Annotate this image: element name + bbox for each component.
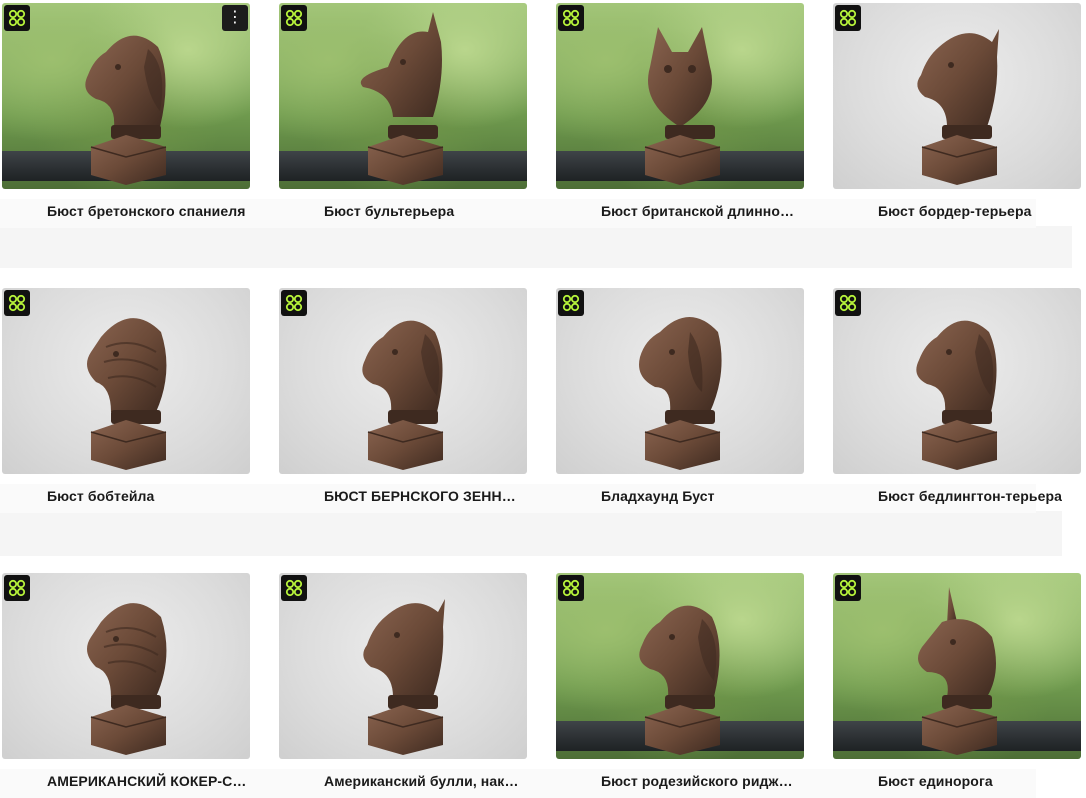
product-title[interactable]: Бюст родезийского риджбека bbox=[601, 773, 801, 789]
product-card[interactable]: ⋮ Бюст бретонского спаниеля bbox=[0, 3, 277, 228]
product-image[interactable] bbox=[833, 288, 1081, 474]
bust-figure bbox=[610, 577, 750, 759]
brand-logo-icon bbox=[281, 575, 307, 601]
product-card[interactable]: Бладхаунд Буст bbox=[554, 288, 831, 513]
product-card[interactable]: Бюст родезийского риджбека bbox=[554, 573, 831, 798]
brand-logo-icon bbox=[558, 290, 584, 316]
product-title[interactable]: АМЕРИКАНСКИЙ КОКЕР-СПАНИЕЛЬ bbox=[47, 773, 247, 789]
bust-figure bbox=[56, 292, 196, 474]
product-title[interactable]: Бюст единорога bbox=[878, 773, 1078, 789]
product-title[interactable]: Бюст бультерьера bbox=[324, 203, 524, 219]
row-band bbox=[0, 226, 1072, 268]
product-card[interactable]: Бюст единорога bbox=[831, 573, 1081, 798]
brand-logo-icon bbox=[558, 575, 584, 601]
product-image[interactable] bbox=[2, 573, 250, 759]
brand-logo-icon bbox=[4, 575, 30, 601]
product-card[interactable]: Американский булли, наклон bbox=[277, 573, 554, 798]
brand-logo-icon bbox=[4, 290, 30, 316]
product-card[interactable]: Бюст бультерьера bbox=[277, 3, 554, 228]
product-image[interactable] bbox=[556, 573, 804, 759]
bust-figure bbox=[610, 292, 750, 474]
bust-figure bbox=[333, 7, 473, 189]
product-image[interactable] bbox=[556, 288, 804, 474]
brand-logo-icon bbox=[835, 575, 861, 601]
product-title[interactable]: Бюст бордер-терьера bbox=[878, 203, 1078, 219]
product-image[interactable] bbox=[279, 3, 527, 189]
product-card[interactable]: Бюст британской длинношерстной кошки bbox=[554, 3, 831, 228]
product-image[interactable] bbox=[279, 573, 527, 759]
product-title[interactable]: Бладхаунд Буст bbox=[601, 488, 801, 504]
product-title[interactable]: Бюст бобтейла bbox=[47, 488, 247, 504]
bust-figure bbox=[333, 577, 473, 759]
product-title[interactable]: Бюст британской длинношерстной кошки bbox=[601, 203, 801, 219]
product-image[interactable] bbox=[2, 288, 250, 474]
more-options-button[interactable]: ⋮ bbox=[222, 5, 248, 31]
product-title[interactable]: БЮСТ БЕРНСКОГО ЗЕННЕНХУНДА bbox=[324, 488, 524, 504]
product-image[interactable] bbox=[833, 3, 1081, 189]
bust-figure bbox=[887, 292, 1027, 474]
bust-figure bbox=[610, 7, 750, 189]
bust-figure bbox=[887, 577, 1027, 759]
product-card[interactable]: Бюст бобтейла bbox=[0, 288, 277, 513]
brand-logo-icon bbox=[4, 5, 30, 31]
product-card[interactable]: БЮСТ БЕРНСКОГО ЗЕННЕНХУНДА bbox=[277, 288, 554, 513]
product-title[interactable]: Бюст бретонского спаниеля bbox=[47, 203, 247, 219]
brand-logo-icon bbox=[281, 5, 307, 31]
bust-figure bbox=[56, 577, 196, 759]
product-title[interactable]: Бюст бедлингтон-терьера bbox=[878, 488, 1078, 504]
bust-figure bbox=[56, 7, 196, 189]
brand-logo-icon bbox=[281, 290, 307, 316]
product-image[interactable] bbox=[279, 288, 527, 474]
product-image[interactable] bbox=[556, 3, 804, 189]
product-card[interactable]: Бюст бедлингтон-терьера bbox=[831, 288, 1081, 513]
brand-logo-icon bbox=[558, 5, 584, 31]
product-card[interactable]: Бюст бордер-терьера bbox=[831, 3, 1081, 228]
product-title[interactable]: Американский булли, наклон bbox=[324, 773, 524, 789]
bust-figure bbox=[887, 7, 1027, 189]
product-card[interactable]: АМЕРИКАНСКИЙ КОКЕР-СПАНИЕЛЬ bbox=[0, 573, 277, 798]
product-image[interactable]: ⋮ bbox=[2, 3, 250, 189]
product-image[interactable] bbox=[833, 573, 1081, 759]
bust-figure bbox=[333, 292, 473, 474]
brand-logo-icon bbox=[835, 290, 861, 316]
row-band bbox=[0, 511, 1062, 556]
brand-logo-icon bbox=[835, 5, 861, 31]
